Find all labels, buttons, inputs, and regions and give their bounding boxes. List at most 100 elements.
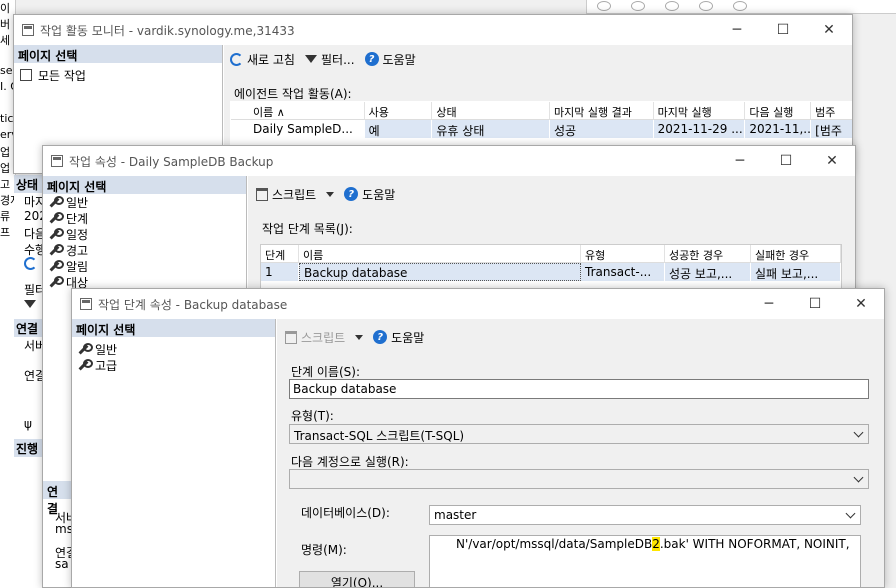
title-bar[interactable]: 작업 단계 속성 - Backup database ─ ☐ ✕ bbox=[72, 289, 884, 319]
page-item-label: 고급 bbox=[95, 358, 118, 373]
maximize-button[interactable]: ☐ bbox=[792, 289, 838, 319]
bg-text: 경저 bbox=[0, 194, 15, 207]
command-textarea[interactable]: N'/var/opt/mssql/data/SampleDB2.bak' WIT… bbox=[429, 535, 861, 587]
grid-header: 단계 이름 유형 성공한 경우 실패한 경우 bbox=[261, 245, 841, 263]
help-icon: ? bbox=[373, 330, 388, 344]
page-item-advanced[interactable]: 고급 bbox=[72, 357, 275, 373]
step-list-label: 작업 단계 목록(J): bbox=[262, 222, 353, 236]
script-button[interactable]: 스크립트 bbox=[256, 186, 316, 203]
cell-name: Daily SampleD... bbox=[231, 120, 365, 138]
col-next-run[interactable]: 다음 실행 bbox=[745, 102, 812, 120]
page-select-pane: 페이지 선택 일반 고급 bbox=[72, 319, 276, 587]
page-item-alerts[interactable]: 경고 bbox=[43, 242, 246, 258]
page-select-header: 페이지 선택 bbox=[43, 176, 246, 194]
window-title: 작업 활동 모니터 - vardik.synology.me,31433 bbox=[40, 23, 295, 38]
col-last-run[interactable]: 마지막 실행 bbox=[653, 102, 746, 120]
script-dropdown-icon[interactable] bbox=[326, 191, 335, 197]
window-title: 작업 속성 - Daily SampleDB Backup bbox=[69, 154, 274, 169]
cell-category: [범주 bbox=[811, 120, 852, 138]
attach-icon[interactable] bbox=[631, 1, 645, 11]
grid-header: 이름 ∧ 사용 상태 마지막 실행 결과 마지막 실행 다음 실행 범주 bbox=[231, 102, 852, 120]
bg-text: 류 bbox=[0, 210, 11, 223]
wrench-icon bbox=[49, 227, 64, 240]
run-as-select[interactable] bbox=[289, 469, 869, 489]
page-item-all-jobs[interactable]: 모든 작업 bbox=[14, 67, 222, 83]
title-bar[interactable]: 작업 속성 - Daily SampleDB Backup ─ ☐ ✕ bbox=[43, 146, 855, 176]
script-icon bbox=[256, 187, 268, 201]
help-label: 도움말 bbox=[362, 187, 396, 202]
calendar-icon[interactable] bbox=[699, 1, 713, 11]
title-bar[interactable]: 작업 활동 모니터 - vardik.synology.me,31433 ─ ☐… bbox=[14, 15, 852, 45]
type-select[interactable]: Transact-SQL 스크립트(T-SQL) bbox=[289, 424, 869, 444]
command-text: N'/var/opt/mssql/data/SampleDB bbox=[456, 537, 653, 551]
table-row[interactable]: 1 Backup database Transact-... 성공 보고,...… bbox=[261, 263, 841, 281]
page-select-header: 페이지 선택 bbox=[14, 45, 222, 63]
wrench-icon bbox=[49, 195, 64, 208]
help-button[interactable]: ? 도움말 bbox=[344, 186, 395, 203]
emoji-icon[interactable] bbox=[597, 1, 611, 11]
command-text-highlight: 2 bbox=[652, 537, 660, 551]
minimize-button[interactable]: ─ bbox=[717, 146, 763, 176]
jobs-icon bbox=[20, 69, 32, 81]
chevron-down-icon bbox=[853, 472, 864, 483]
refresh-button[interactable]: 새로 고침 bbox=[230, 51, 295, 68]
close-button[interactable]: ✕ bbox=[838, 289, 884, 319]
col-on-success[interactable]: 성공한 경우 bbox=[665, 245, 751, 263]
close-button[interactable]: ✕ bbox=[806, 15, 852, 45]
table-row[interactable]: Daily SampleD... 예 유휴 상태 성공 2021-11-29 .… bbox=[231, 120, 852, 138]
minimize-button[interactable]: ─ bbox=[714, 15, 760, 45]
col-status[interactable]: 상태 bbox=[432, 102, 550, 120]
page-item-notifications[interactable]: 알림 bbox=[43, 258, 246, 274]
page-item-label: 일반 bbox=[66, 195, 89, 210]
refresh-icon bbox=[230, 52, 243, 66]
minimize-button[interactable]: ─ bbox=[746, 289, 792, 319]
cell-next-run: 2021-11,... bbox=[745, 120, 812, 138]
col-name[interactable]: 이름 ∧ bbox=[231, 102, 365, 120]
page-item-steps[interactable]: 단계 bbox=[43, 210, 246, 226]
page-item-schedules[interactable]: 일정 bbox=[43, 226, 246, 242]
page-item-general[interactable]: 일반 bbox=[43, 194, 246, 210]
wrench-icon bbox=[49, 259, 64, 272]
page-item-general[interactable]: 일반 bbox=[72, 341, 275, 357]
col-category[interactable]: 범주 bbox=[811, 102, 852, 120]
help-button[interactable]: ? 도움말 bbox=[364, 51, 416, 68]
col-step[interactable]: 단계 bbox=[261, 245, 299, 263]
phone-icon[interactable] bbox=[665, 1, 679, 11]
filter-icon bbox=[304, 55, 317, 63]
help-button[interactable]: ? 도움말 bbox=[373, 329, 424, 346]
window-icon bbox=[51, 155, 63, 167]
filter-button[interactable]: 필터... bbox=[304, 51, 355, 68]
at-icon[interactable] bbox=[733, 1, 747, 11]
connection-login-value: sa bbox=[55, 557, 69, 571]
col-name[interactable]: 이름 bbox=[299, 245, 581, 263]
col-last-result[interactable]: 마지막 실행 결과 bbox=[549, 102, 654, 120]
type-select-value: Transact-SQL 스크립트(T-SQL) bbox=[294, 429, 465, 443]
bg-text: 고 bbox=[0, 178, 11, 191]
close-button[interactable]: ✕ bbox=[809, 146, 855, 176]
maximize-button[interactable]: ☐ bbox=[763, 146, 809, 176]
col-type[interactable]: 유형 bbox=[581, 245, 665, 263]
help-icon: ? bbox=[364, 52, 379, 66]
refresh-icon bbox=[24, 257, 37, 270]
maximize-button[interactable]: ☐ bbox=[760, 15, 806, 45]
step-name-input[interactable]: Backup database bbox=[289, 379, 869, 399]
connection-header: 연결 bbox=[43, 481, 73, 516]
command-label: 명령(M): bbox=[301, 543, 347, 557]
cell-status: 유휴 상태 bbox=[432, 120, 550, 138]
page-item-label: 경고 bbox=[66, 243, 89, 258]
wrench-icon bbox=[49, 275, 64, 288]
props-toolbar: 스크립트 ? 도움말 bbox=[248, 180, 855, 208]
filter-label: 필터... bbox=[320, 52, 355, 67]
step-toolbar: 스크립트 ? 도움말 bbox=[277, 323, 884, 351]
database-select[interactable]: master bbox=[429, 505, 861, 525]
background-chat-toolbar bbox=[586, 0, 896, 14]
script-button: 스크립트 bbox=[285, 329, 345, 346]
col-enabled[interactable]: 사용 bbox=[364, 102, 433, 120]
window-title: 작업 단계 속성 - Backup database bbox=[98, 297, 288, 312]
wrench-icon bbox=[49, 211, 64, 224]
col-on-failure[interactable]: 실패한 경우 bbox=[751, 245, 841, 263]
job-step-properties-window: 작업 단계 속성 - Backup database ─ ☐ ✕ 페이지 선택 … bbox=[71, 288, 885, 588]
open-button[interactable]: 열기(O)... bbox=[299, 571, 415, 587]
cell-name: Backup database bbox=[299, 263, 581, 281]
script-dropdown-icon[interactable] bbox=[355, 334, 364, 340]
